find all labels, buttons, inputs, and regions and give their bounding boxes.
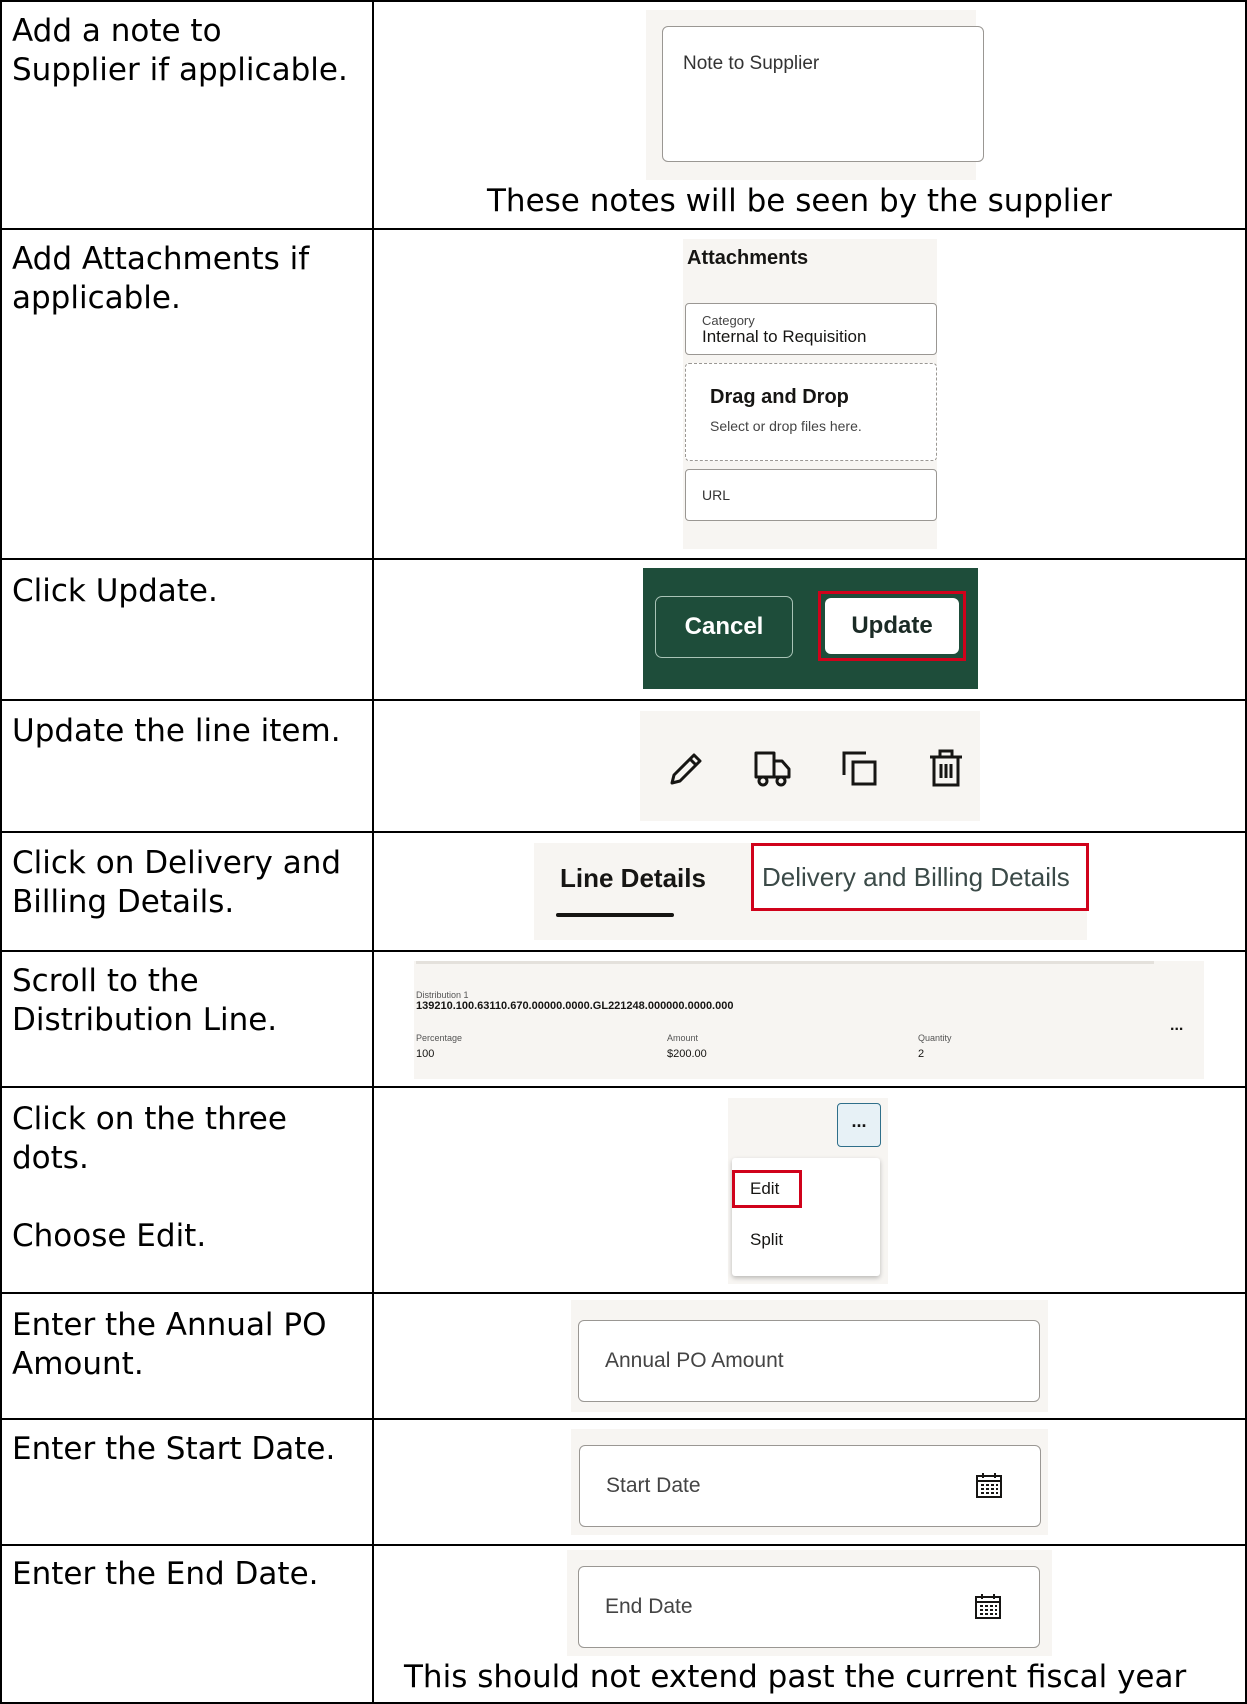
line-actions-screenshot xyxy=(640,711,980,821)
pencil-icon[interactable] xyxy=(666,749,706,789)
category-value: Internal to Requisition xyxy=(702,327,867,346)
step-text: Add Attachments if applicable. xyxy=(12,241,310,316)
url-label: URL xyxy=(702,487,731,503)
step-text: Click on Delivery and Billing Details. xyxy=(12,845,342,920)
percentage-value: 100 xyxy=(416,1048,435,1060)
highlight-box: Delivery and Billing Details xyxy=(751,843,1089,911)
note-screenshot: Note to Supplier xyxy=(646,10,984,180)
note-caption: These notes will be seen by the supplier xyxy=(487,183,1112,219)
end-date-placeholder: End Date xyxy=(605,1595,693,1618)
drop-zone[interactable]: Drag and Drop Select or drop files here. xyxy=(685,363,937,461)
annual-amount-screenshot: Annual PO Amount xyxy=(571,1300,1048,1412)
distribution-label: Distribution 1 xyxy=(416,990,469,1000)
attachments-title: Attachments xyxy=(687,247,809,269)
tab-line-details[interactable]: Line Details xyxy=(560,863,706,894)
more-actions-button[interactable]: ... xyxy=(837,1103,881,1147)
category-label: Category xyxy=(702,313,755,328)
tabs-screenshot: Line Details Delivery and Billing Detail… xyxy=(534,843,1089,940)
amount-label: Amount xyxy=(667,1033,699,1043)
attachments-screenshot: Attachments Category Internal to Requisi… xyxy=(683,239,937,549)
step-text: Scroll to the Distribution Line. xyxy=(12,963,278,1038)
active-tab-underline xyxy=(556,913,674,917)
highlight-box: Update xyxy=(818,591,966,661)
amount-value: $200.00 xyxy=(667,1048,707,1060)
distribution-account: 139210.100.63110.670.00000.0000.GL221248… xyxy=(416,1000,734,1012)
step-text: Click Update. xyxy=(12,573,218,609)
more-actions-icon[interactable]: ... xyxy=(1170,1017,1183,1035)
cancel-button[interactable]: Cancel xyxy=(655,596,793,658)
calendar-icon[interactable] xyxy=(974,1470,1004,1500)
update-button[interactable]: Update xyxy=(825,598,959,654)
end-date-screenshot: End Date xyxy=(567,1550,1052,1656)
drop-title: Drag and Drop xyxy=(710,386,849,408)
menu-item-edit[interactable]: Edit xyxy=(750,1179,779,1199)
tab-delivery-billing[interactable]: Delivery and Billing Details xyxy=(762,862,1070,893)
note-to-supplier-field[interactable]: Note to Supplier xyxy=(662,26,984,162)
annual-po-amount-field[interactable]: Annual PO Amount xyxy=(578,1320,1040,1402)
end-date-field[interactable]: End Date xyxy=(578,1566,1040,1648)
step-text: Click on the three dots. Choose Edit. xyxy=(12,1101,287,1254)
quantity-label: Quantity xyxy=(918,1033,952,1043)
trash-icon[interactable] xyxy=(926,747,966,789)
update-screenshot: Cancel Update xyxy=(643,568,978,689)
note-field-label: Note to Supplier xyxy=(683,53,820,74)
quantity-value: 2 xyxy=(918,1048,925,1060)
step-text: Add a note to Supplier if applicable. xyxy=(12,13,348,88)
duplicate-icon[interactable] xyxy=(840,749,880,789)
highlight-box: Edit xyxy=(732,1170,802,1208)
end-date-caption: This should not extend past the current … xyxy=(404,1659,1187,1695)
category-select[interactable]: Category Internal to Requisition xyxy=(685,303,937,355)
start-date-field[interactable]: Start Date xyxy=(579,1445,1041,1527)
annual-po-amount-placeholder: Annual PO Amount xyxy=(605,1349,784,1372)
step-text: Enter the End Date. xyxy=(12,1556,319,1592)
start-date-screenshot: Start Date xyxy=(571,1429,1048,1535)
step-text: Update the line item. xyxy=(12,713,341,749)
actions-menu: Edit Split xyxy=(732,1158,880,1276)
calendar-icon[interactable] xyxy=(973,1591,1003,1621)
menu-screenshot: ... Edit Split xyxy=(728,1098,888,1284)
distribution-screenshot: Distribution 1 139210.100.63110.670.0000… xyxy=(414,961,1204,1079)
url-field[interactable]: URL xyxy=(685,469,937,521)
step-text: Enter the Annual PO Amount. xyxy=(12,1307,327,1382)
divider xyxy=(416,961,1154,964)
step-text: Enter the Start Date. xyxy=(12,1431,336,1467)
truck-icon[interactable] xyxy=(752,749,794,789)
menu-item-split[interactable]: Split xyxy=(750,1230,783,1250)
start-date-placeholder: Start Date xyxy=(606,1474,701,1497)
percentage-label: Percentage xyxy=(416,1033,463,1043)
drop-hint: Select or drop files here. xyxy=(710,418,862,434)
